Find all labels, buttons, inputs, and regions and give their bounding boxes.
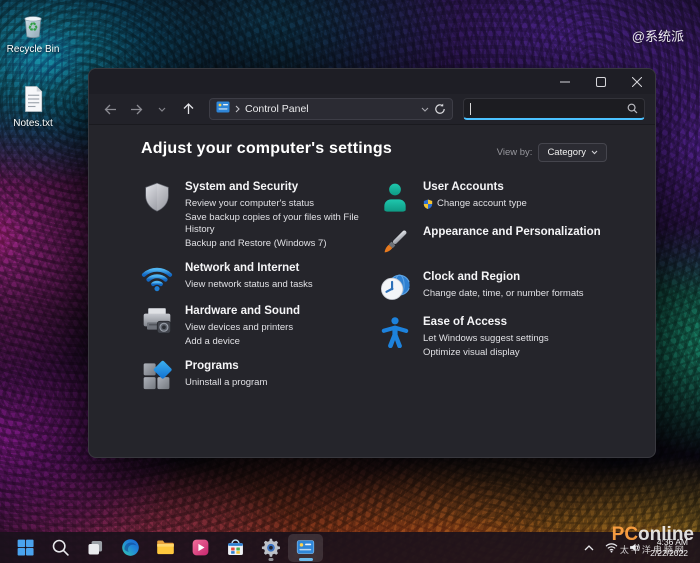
address-bar[interactable]: Control Panel bbox=[209, 98, 453, 120]
shield-icon[interactable] bbox=[141, 181, 173, 213]
close-button[interactable] bbox=[619, 69, 655, 94]
search-input[interactable] bbox=[470, 103, 627, 114]
category-title-link[interactable]: System and Security bbox=[185, 180, 379, 195]
breadcrumb-chevron-icon bbox=[235, 105, 240, 113]
control-panel-content: Adjust your computer's settings View by:… bbox=[89, 125, 655, 402]
edge-browser-button[interactable] bbox=[113, 534, 148, 562]
control-panel-window: Control Panel Adjust your computer's set… bbox=[88, 68, 656, 458]
taskbar: 4:36 AM 2/22/2022 bbox=[0, 532, 700, 563]
category-title-link[interactable]: Appearance and Personalization bbox=[423, 225, 601, 240]
uac-shield-icon bbox=[423, 199, 433, 209]
back-button[interactable] bbox=[99, 98, 121, 120]
text-caret bbox=[470, 103, 471, 115]
category-sub-link[interactable]: View devices and printers bbox=[185, 322, 300, 335]
category-sub-link[interactable]: Backup and Restore (Windows 7) bbox=[185, 238, 379, 251]
category-hardware-and-sound: Hardware and Sound View devices and prin… bbox=[141, 304, 379, 349]
wifi-icon[interactable] bbox=[141, 262, 173, 294]
category-system-and-security: System and Security Review your computer… bbox=[141, 180, 379, 251]
file-explorer-button[interactable] bbox=[148, 534, 183, 562]
watermark-xitongpai: @系统派 bbox=[632, 26, 684, 45]
printer-icon[interactable] bbox=[141, 305, 173, 337]
category-title-link[interactable]: User Accounts bbox=[423, 180, 527, 195]
volume-tray-icon[interactable] bbox=[627, 540, 643, 555]
store-button[interactable] bbox=[218, 534, 253, 562]
category-sub-link[interactable]: Let Windows suggest settings bbox=[423, 333, 549, 346]
control-panel-button[interactable] bbox=[288, 534, 323, 562]
tray-time: 4:36 AM bbox=[650, 537, 688, 548]
category-title-link[interactable]: Programs bbox=[185, 359, 267, 374]
up-button[interactable] bbox=[177, 98, 199, 120]
clock-globe-icon[interactable] bbox=[379, 271, 411, 303]
category-sub-link[interactable]: Add a device bbox=[185, 336, 300, 349]
category-sub-link[interactable]: Uninstall a program bbox=[185, 377, 267, 390]
category-sub-link-uac[interactable]: Change account type bbox=[423, 198, 527, 211]
window-titlebar bbox=[89, 69, 655, 94]
desktop-icon-label: Notes.txt bbox=[13, 118, 52, 129]
chevron-down-icon bbox=[591, 150, 598, 155]
category-sub-link[interactable]: Save backup copies of your files with Fi… bbox=[185, 212, 379, 237]
control-panel-mini-icon bbox=[216, 100, 230, 118]
view-by-dropdown[interactable]: Category bbox=[538, 143, 607, 162]
start-button[interactable] bbox=[8, 534, 43, 562]
task-view-button[interactable] bbox=[78, 534, 113, 562]
forward-button[interactable] bbox=[125, 98, 147, 120]
breadcrumb-location[interactable]: Control Panel bbox=[245, 103, 309, 115]
category-sub-link[interactable]: Change date, time, or number formats bbox=[423, 288, 584, 301]
category-sub-link[interactable]: View network status and tasks bbox=[185, 279, 313, 292]
view-by-value: Category bbox=[547, 147, 586, 158]
category-title-link[interactable]: Network and Internet bbox=[185, 261, 313, 276]
search-icon[interactable] bbox=[627, 103, 638, 114]
maximize-button[interactable] bbox=[583, 69, 619, 94]
desktop-icon-recycle-bin[interactable]: ♻ Recycle Bin bbox=[2, 8, 64, 55]
system-tray: 4:36 AM 2/22/2022 bbox=[582, 537, 692, 558]
category-appearance-and-personalization: Appearance and Personalization bbox=[379, 225, 655, 258]
paintbrush-icon[interactable] bbox=[379, 226, 411, 258]
settings-button[interactable] bbox=[253, 534, 288, 562]
category-ease-of-access: Ease of Access Let Windows suggest setti… bbox=[379, 315, 655, 360]
programs-icon[interactable] bbox=[141, 360, 173, 392]
text-document-icon bbox=[16, 82, 50, 116]
search-button[interactable] bbox=[43, 534, 78, 562]
refresh-icon[interactable] bbox=[434, 103, 446, 115]
category-network-and-internet: Network and Internet View network status… bbox=[141, 261, 379, 294]
hidden-icons-chevron-icon[interactable] bbox=[582, 543, 596, 553]
desktop-icon-label: Recycle Bin bbox=[7, 44, 60, 55]
media-player-button[interactable] bbox=[183, 534, 218, 562]
accessibility-icon[interactable] bbox=[379, 316, 411, 348]
network-tray-icon[interactable] bbox=[603, 540, 620, 555]
search-box bbox=[463, 98, 645, 120]
category-sub-link[interactable]: Optimize visual display bbox=[423, 347, 549, 360]
category-columns: System and Security Review your computer… bbox=[141, 180, 655, 402]
view-by-label: View by: bbox=[497, 147, 533, 158]
user-icon[interactable] bbox=[379, 181, 411, 213]
category-user-accounts: User Accounts Change account type bbox=[379, 180, 655, 213]
category-clock-and-region: Clock and Region Change date, time, or n… bbox=[379, 270, 655, 303]
desktop-icon-notes-txt[interactable]: Notes.txt bbox=[2, 82, 64, 129]
minimize-button[interactable] bbox=[547, 69, 583, 94]
category-sub-link[interactable]: Review your computer's status bbox=[185, 198, 379, 211]
svg-text:♻: ♻ bbox=[28, 20, 39, 34]
category-title-link[interactable]: Hardware and Sound bbox=[185, 304, 300, 319]
category-title-link[interactable]: Ease of Access bbox=[423, 315, 549, 330]
address-dropdown-chevron-icon[interactable] bbox=[421, 107, 429, 112]
taskbar-clock[interactable]: 4:36 AM 2/22/2022 bbox=[650, 537, 688, 558]
category-programs: Programs Uninstall a program bbox=[141, 359, 379, 392]
explorer-navbar: Control Panel bbox=[89, 94, 655, 125]
category-column-left: System and Security Review your computer… bbox=[141, 180, 379, 402]
recycle-bin-icon: ♻ bbox=[16, 8, 50, 42]
category-title-link[interactable]: Clock and Region bbox=[423, 270, 584, 285]
tray-date: 2/22/2022 bbox=[650, 548, 688, 559]
category-column-right: User Accounts Change account type bbox=[379, 180, 655, 402]
recent-locations-chevron-icon[interactable] bbox=[151, 98, 173, 120]
view-by-control: View by: Category bbox=[497, 143, 607, 162]
